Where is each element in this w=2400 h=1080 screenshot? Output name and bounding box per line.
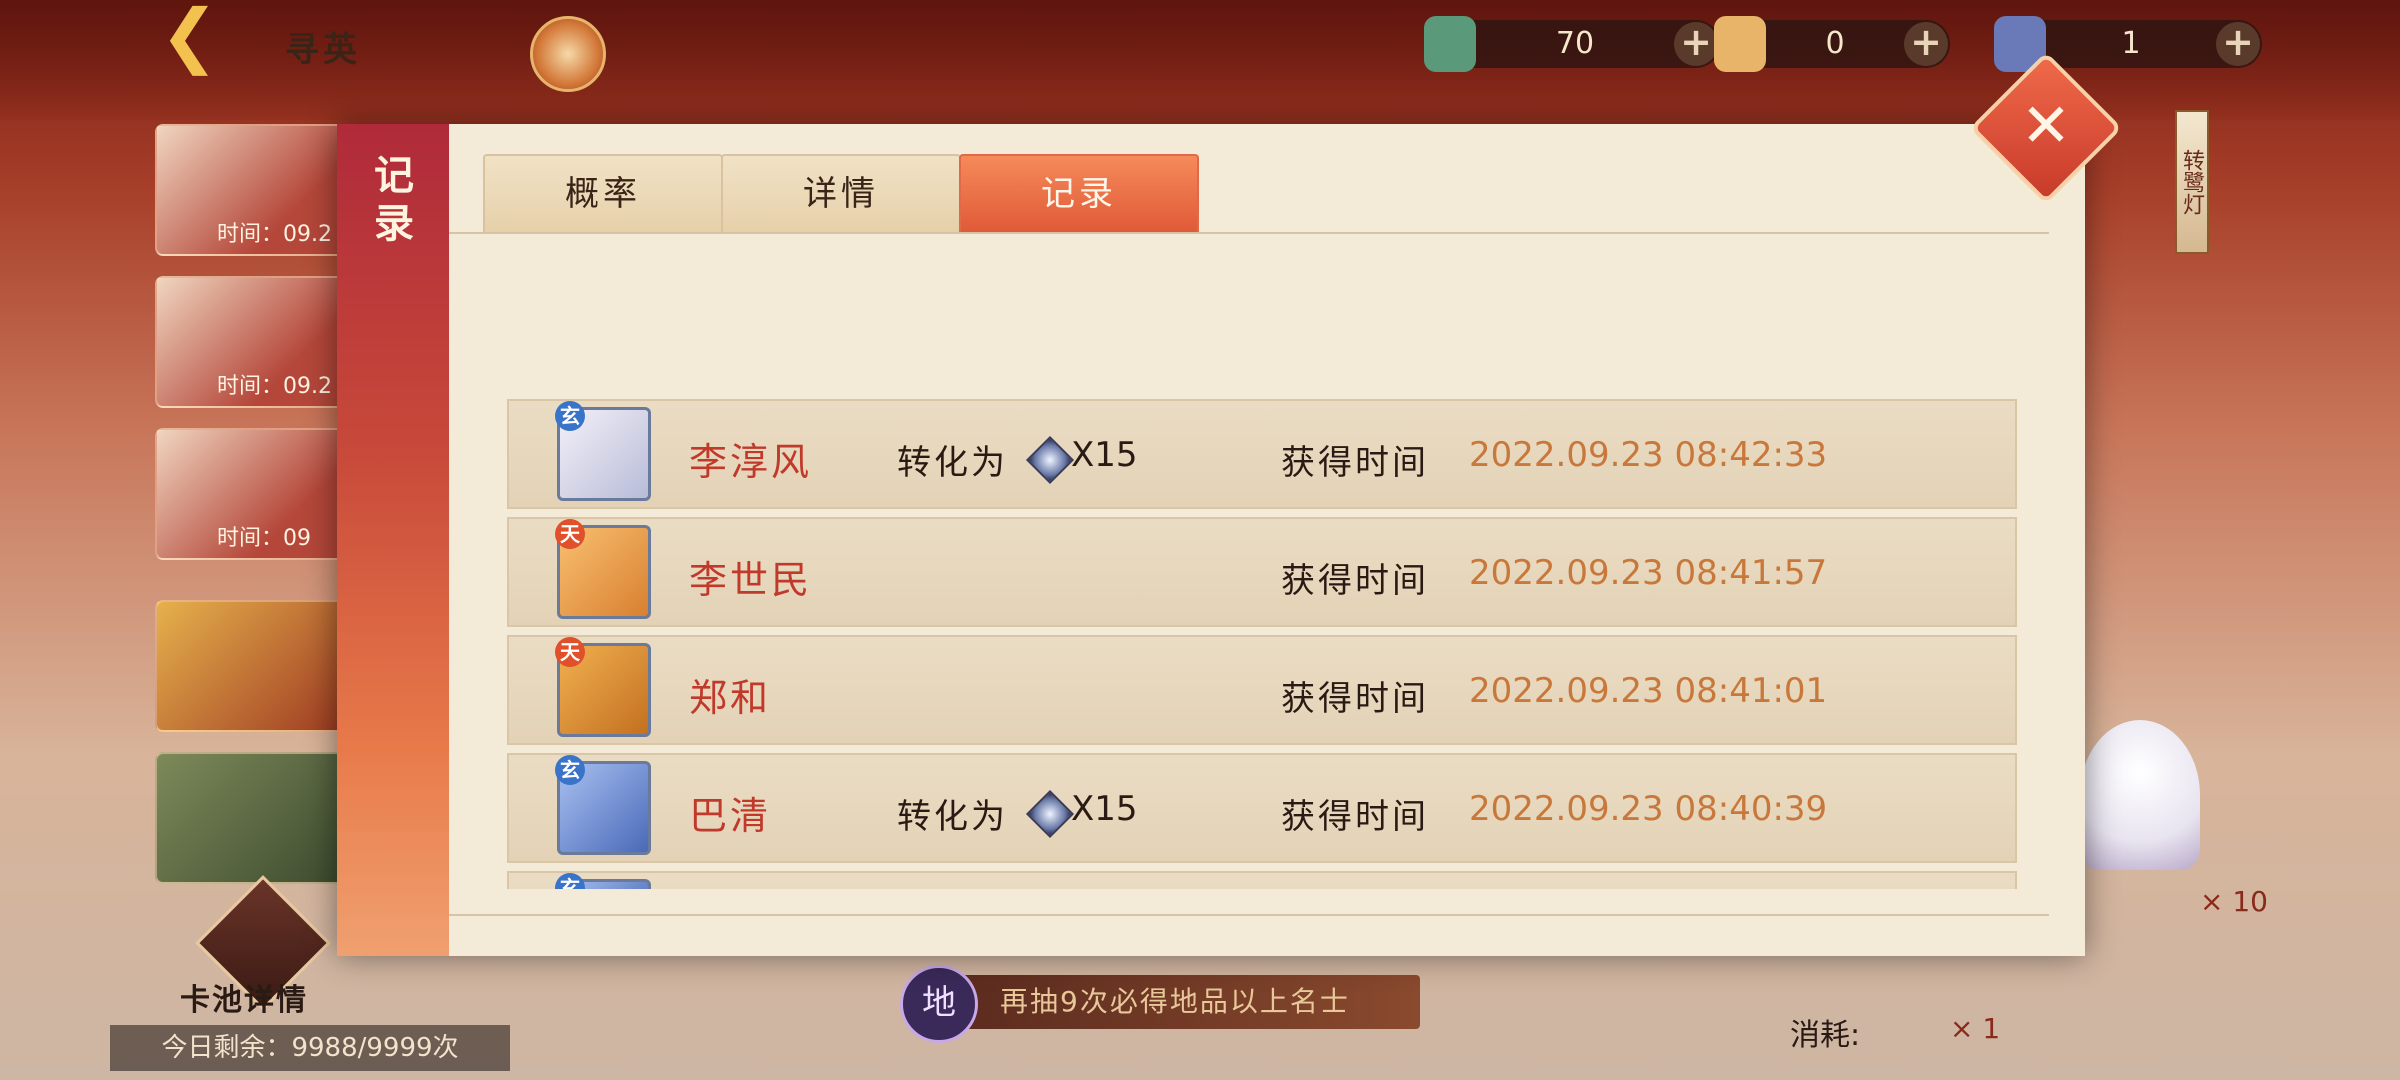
- currency-value: 0: [1825, 26, 1845, 61]
- obtain-time: 2022.09.23 08:41:01: [1469, 671, 1828, 711]
- hero-name: 郑和: [689, 676, 772, 720]
- cat-mascot-icon: [2080, 720, 2200, 870]
- grade-badge: 天: [555, 637, 585, 667]
- gem-icon: [1025, 435, 1075, 485]
- fox-token-icon: [1714, 16, 1766, 72]
- obtain-time: 2022.09.23 08:40:39: [1469, 789, 1828, 829]
- card-pool-label[interactable]: 卡池详情: [180, 975, 308, 1019]
- consume-x1: × 1: [1950, 1012, 2001, 1045]
- pool-banner[interactable]: 时间：09: [155, 428, 349, 560]
- pity-badge: 地: [900, 965, 978, 1043]
- add-currency-button[interactable]: +: [2216, 22, 2260, 66]
- tab-divider: [449, 232, 2049, 234]
- record-list[interactable]: 玄 李淳风 转化为 X15 获得时间 2022.09.23 08:42:33 天…: [507, 399, 2017, 889]
- hero-name: 巴清: [689, 794, 772, 838]
- consume-label: 消耗:: [1790, 1018, 1861, 1053]
- modal-side-title: 记录: [367, 154, 413, 250]
- list-item: 天 郑和 获得时间 2022.09.23 08:41:01: [507, 635, 2017, 745]
- daily-remaining: 今日剩余：9988/9999次: [110, 1025, 510, 1071]
- currency-jade: 70 +: [1424, 16, 1720, 72]
- tab-probability[interactable]: 概率: [483, 154, 723, 232]
- grade-badge: 玄: [555, 401, 585, 431]
- banner-time: 时间：09: [217, 526, 311, 551]
- pool-banner[interactable]: [155, 600, 349, 732]
- convert-label: 转化为: [897, 443, 1008, 483]
- convert-label: 转化为: [897, 797, 1008, 837]
- jade-token-icon: [1424, 16, 1476, 72]
- convert-qty: X15: [1071, 789, 1138, 829]
- time-label: 获得时间: [1281, 797, 1429, 837]
- currency-value: 1: [2121, 26, 2141, 61]
- hero-name: 李世民: [689, 558, 813, 602]
- time-label: 获得时间: [1281, 561, 1429, 601]
- tab-records[interactable]: 记录: [959, 154, 1199, 232]
- pool-banner[interactable]: 时间：09.2: [155, 276, 349, 408]
- tab-details[interactable]: 详情: [721, 154, 961, 232]
- grade-badge: 玄: [555, 755, 585, 785]
- banner-time: 时间：09.2: [217, 374, 332, 399]
- obtain-time: 2022.09.23 08:42:33: [1469, 435, 1828, 475]
- list-item: 玄 巴清 转化为 X15 获得时间 2022.09.23 08:40:39: [507, 753, 2017, 863]
- cost-x10: × 10: [2200, 885, 2268, 918]
- add-currency-button[interactable]: +: [1674, 22, 1718, 66]
- list-item: 玄 李淳风 转化为 X15 获得时间 2022.09.23 08:42:33: [507, 399, 2017, 509]
- lantern-label[interactable]: 转鹭灯: [2175, 110, 2209, 254]
- list-item: 玄: [507, 871, 2017, 889]
- currency-fox: 0 +: [1714, 16, 1950, 72]
- pool-banner[interactable]: [155, 752, 349, 884]
- modal-side-strip: 记录: [337, 124, 449, 956]
- page-title: 寻英: [285, 30, 361, 70]
- currency-value: 70: [1555, 26, 1595, 61]
- hero-name: 李淳风: [689, 440, 813, 484]
- shop-icon[interactable]: [530, 16, 606, 92]
- grade-badge: 玄: [555, 873, 585, 889]
- pity-text: 再抽9次必得地品以上名士: [1000, 985, 1350, 1018]
- banner-time: 时间：09.2: [217, 222, 332, 247]
- add-currency-button[interactable]: +: [1904, 22, 1948, 66]
- pool-banner[interactable]: 时间：09.2: [155, 124, 349, 256]
- record-modal: 记录 ✕ 概率 详情 记录 玄 李淳风 转化为 X15 获得时间 2022.09…: [337, 51, 2123, 956]
- back-arrow-icon[interactable]: ❮: [160, 0, 220, 80]
- time-label: 获得时间: [1281, 679, 1429, 719]
- close-icon: ✕: [2020, 91, 2072, 161]
- grade-badge: 天: [555, 519, 585, 549]
- convert-qty: X15: [1071, 435, 1138, 475]
- list-item: 天 李世民 获得时间 2022.09.23 08:41:57: [507, 517, 2017, 627]
- bottom-divider: [449, 914, 2049, 916]
- obtain-time: 2022.09.23 08:41:57: [1469, 553, 1828, 593]
- time-label: 获得时间: [1281, 443, 1429, 483]
- gem-icon: [1025, 789, 1075, 839]
